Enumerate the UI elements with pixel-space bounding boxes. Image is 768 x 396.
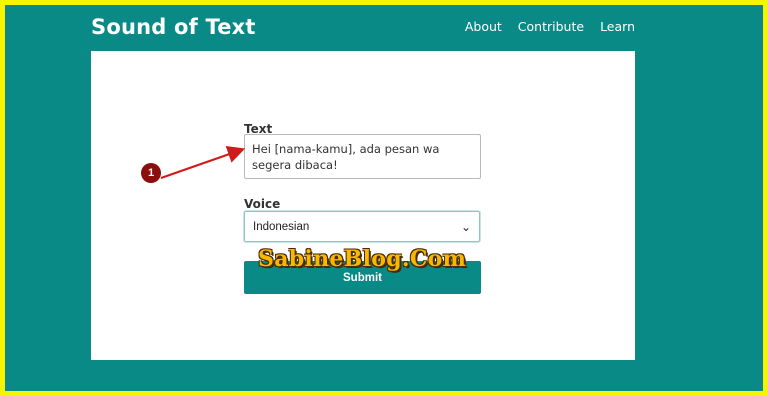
voice-label: Voice — [244, 197, 281, 211]
voice-select-value: Indonesian — [253, 220, 310, 233]
form-card: Text Hei [nama-kamu], ada pesan wa seger… — [91, 51, 635, 360]
chevron-down-icon: ⌄ — [460, 219, 471, 234]
nav-about[interactable]: About — [465, 19, 502, 34]
nav-learn[interactable]: Learn — [600, 19, 635, 34]
site-title[interactable]: Sound of Text — [91, 15, 256, 39]
watermark-text: SabineBlog.Com — [258, 246, 467, 272]
page-frame: Sound of Text About Contribute Learn Tex… — [5, 5, 763, 391]
voice-select[interactable]: Indonesian ⌄ — [244, 211, 480, 242]
top-nav: About Contribute Learn — [465, 19, 635, 34]
annotation-marker: 1 — [141, 163, 161, 183]
text-input[interactable]: Hei [nama-kamu], ada pesan wa segera dib… — [244, 134, 481, 179]
nav-contribute[interactable]: Contribute — [518, 19, 584, 34]
